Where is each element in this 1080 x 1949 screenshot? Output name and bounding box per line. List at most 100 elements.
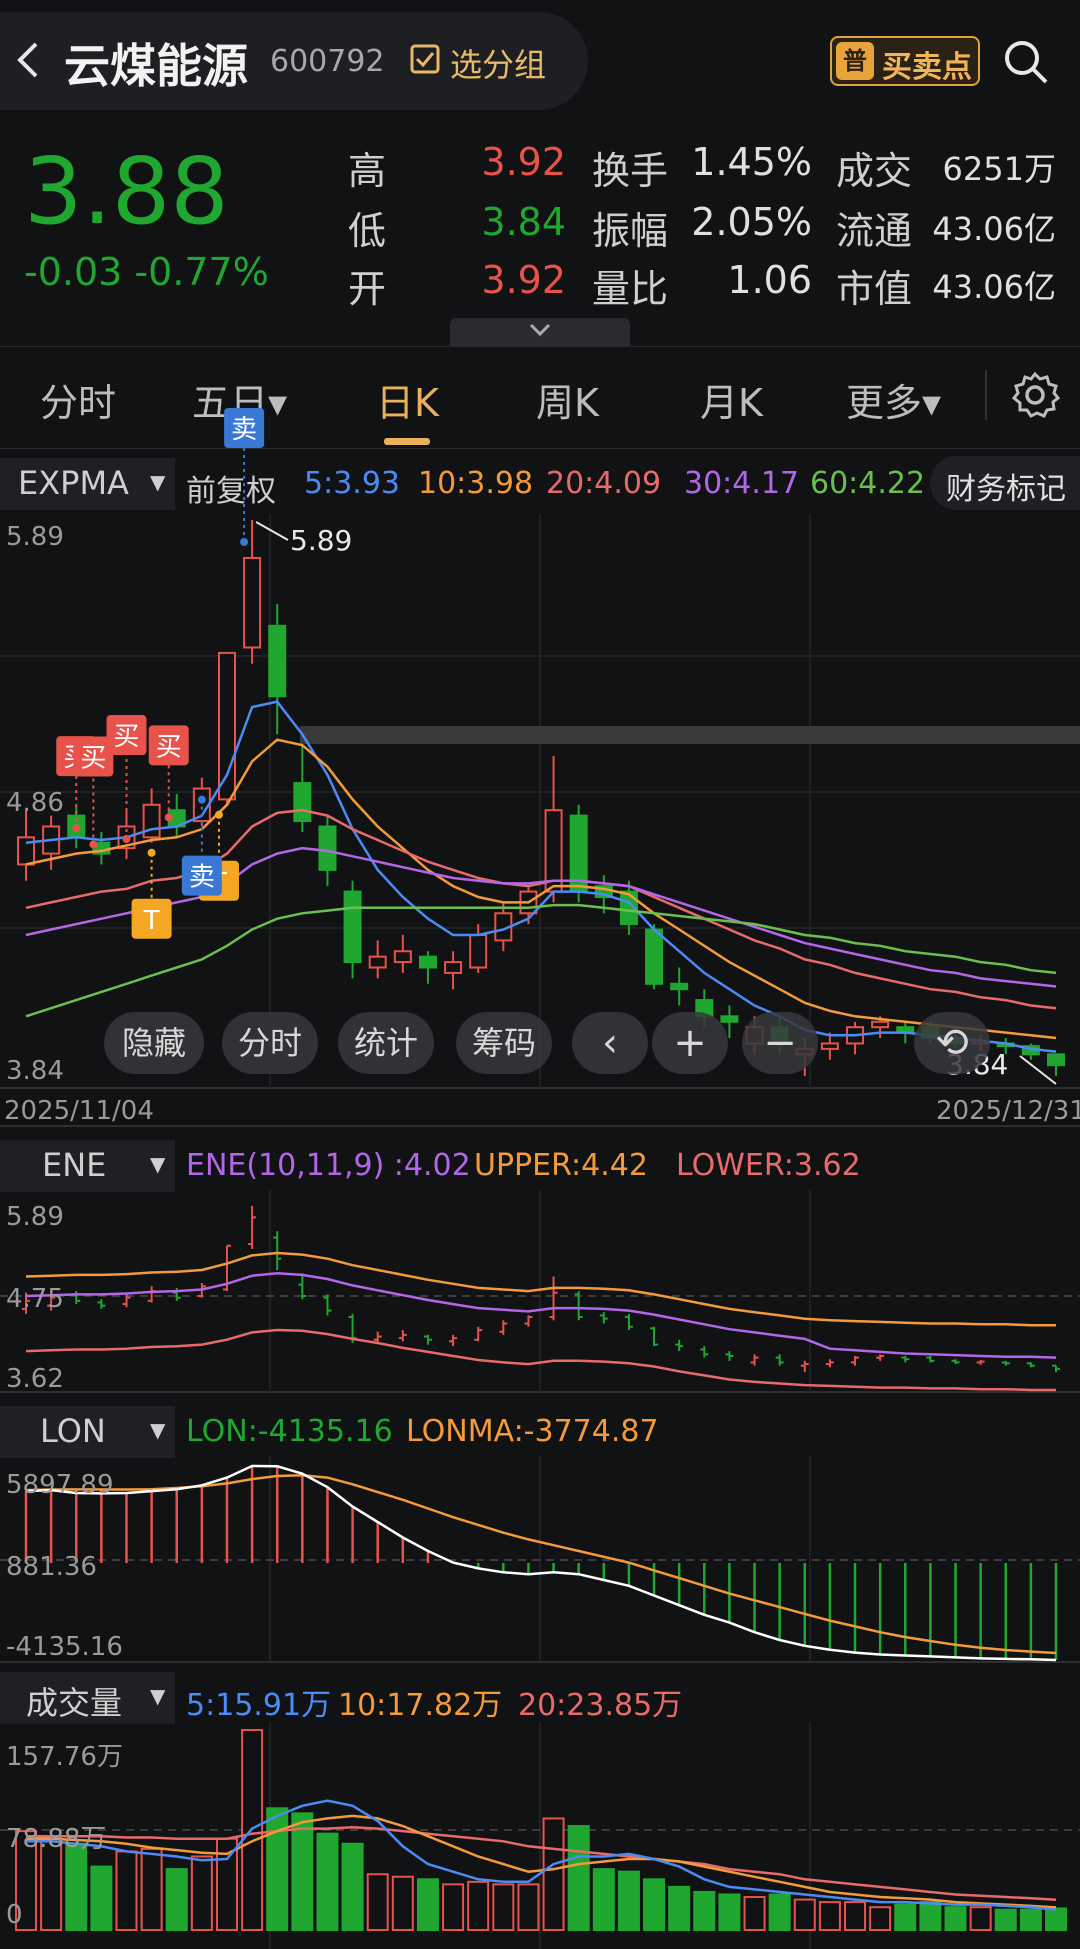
hide-button[interactable]: 隐藏 [104,1012,204,1074]
volume-bar [693,1890,716,1931]
candle-body [343,890,362,964]
marker-dot [122,835,131,844]
date-end-label: 2025/12/31 [936,1096,1080,1126]
candle-body [444,961,463,974]
marker-sell-label: 卖 [189,863,215,893]
volume-bar [65,1842,88,1931]
ene-y-min-label: 3.62 [6,1364,64,1394]
volume-bar [391,1875,414,1931]
candle-body [393,950,412,964]
marker-buy-label: 买 [156,732,182,762]
volume-bar [592,1868,615,1931]
chevron-left-icon[interactable]: ‹ [572,1012,648,1074]
ene-value: ENE(10,11,9) :4.02 [186,1148,471,1183]
lon-line [25,1464,1057,1662]
volume-bar [90,1865,113,1931]
volume-bar [165,1868,188,1931]
marker-dot [89,840,98,849]
candle-body [1047,1053,1065,1067]
caret-down-icon: ▼ [150,1684,166,1708]
volume-bar [944,1906,967,1932]
main-y-mid-label: 4.86 [6,788,64,818]
marker-buy-label: 买 [80,743,106,773]
candle-body [820,1042,839,1050]
marker-dot [240,538,249,546]
chips-button[interactable]: 筹码 [456,1012,552,1074]
volume-bar [718,1893,741,1932]
volume-bar [869,1906,892,1932]
marker-dot [147,848,156,857]
main-y-max-label: 5.89 [6,522,64,552]
volume-bar [416,1878,439,1931]
lon-y-max-label: 5897.89 [6,1470,114,1500]
zoom-in-icon[interactable]: + [652,1012,728,1074]
statistics-button[interactable]: 统计 [338,1012,434,1074]
volume-bar [668,1885,691,1932]
candle-body [418,955,437,969]
marker-dot [164,813,173,822]
candle-body [217,651,236,801]
reset-icon[interactable]: ⟲ [914,1012,990,1074]
volume-bar [617,1870,640,1932]
lon-y-mid-label: 881.36 [6,1552,97,1582]
volume-bar [643,1878,666,1931]
intraday-button[interactable]: 分时 [222,1012,318,1074]
vol-ma20-value: 20:23.85万 [518,1688,683,1723]
volume-bar [190,1855,213,1931]
volume-bar [743,1896,766,1932]
volume-bar [115,1850,138,1931]
candle-body [469,933,488,969]
zoom-out-icon[interactable]: − [742,1012,818,1074]
volume-bar [442,1883,465,1932]
marker-sell-label: 卖 [231,415,257,445]
ene-panel [22,1206,1060,1392]
candle-body [142,803,161,839]
date-start-label: 2025/11/04 [4,1096,154,1126]
ene-indicator-name: ENE [42,1146,107,1184]
volume-bar [894,1903,917,1931]
vol-y-max-label: 157.76万 [6,1742,123,1772]
ene-lower-line [25,1328,1056,1392]
ema-line-ma60 [25,903,1057,1018]
candle-body [871,1020,890,1029]
volume-bar [542,1817,565,1931]
volume-bar [492,1883,515,1932]
ene-upper-line [25,1251,1056,1327]
marker-T-label: T [143,906,160,936]
volume-bar [969,1906,992,1932]
highlight-band [300,726,1080,744]
volume-bar [467,1880,490,1932]
volume-bar [291,1812,314,1932]
marker-buy-label: 买 [113,722,139,752]
ene-upper-value: UPPER:4.42 [474,1148,648,1183]
kline-chart[interactable]: 买买买买TT卖卖 [0,0,1080,1949]
candle-body [368,955,387,969]
volume-bar [567,1825,590,1932]
candle-body [670,982,689,991]
volume-bar [366,1873,389,1932]
high-price-pointer [255,521,289,541]
candle-body [544,809,563,893]
volume-bar [266,1807,289,1931]
vol-y-mid-label: 78.88万 [6,1824,107,1854]
ene-y-max-label: 5.89 [6,1202,64,1232]
volume-indicator-name: 成交量 [26,1684,123,1722]
ema-line-ma20 [25,808,1057,1010]
volume-bar [1019,1908,1042,1932]
candle-body [645,928,664,985]
vol-y-min-label: 0 [6,1900,23,1930]
marker-dot [72,824,81,833]
candle-body [318,825,337,871]
volume-bar [1045,1907,1067,1931]
candle-body [268,624,287,698]
volume-bar [768,1893,791,1932]
marker-dot [197,795,206,804]
candle-body [720,1015,739,1023]
volume-bar [919,1901,942,1931]
caret-down-icon: ▼ [150,1418,166,1442]
candle-body [243,556,262,649]
volume-bar [793,1898,816,1932]
volume-bar [994,1908,1017,1932]
lon-panel [24,1464,1058,1662]
volume-bar [844,1901,867,1931]
